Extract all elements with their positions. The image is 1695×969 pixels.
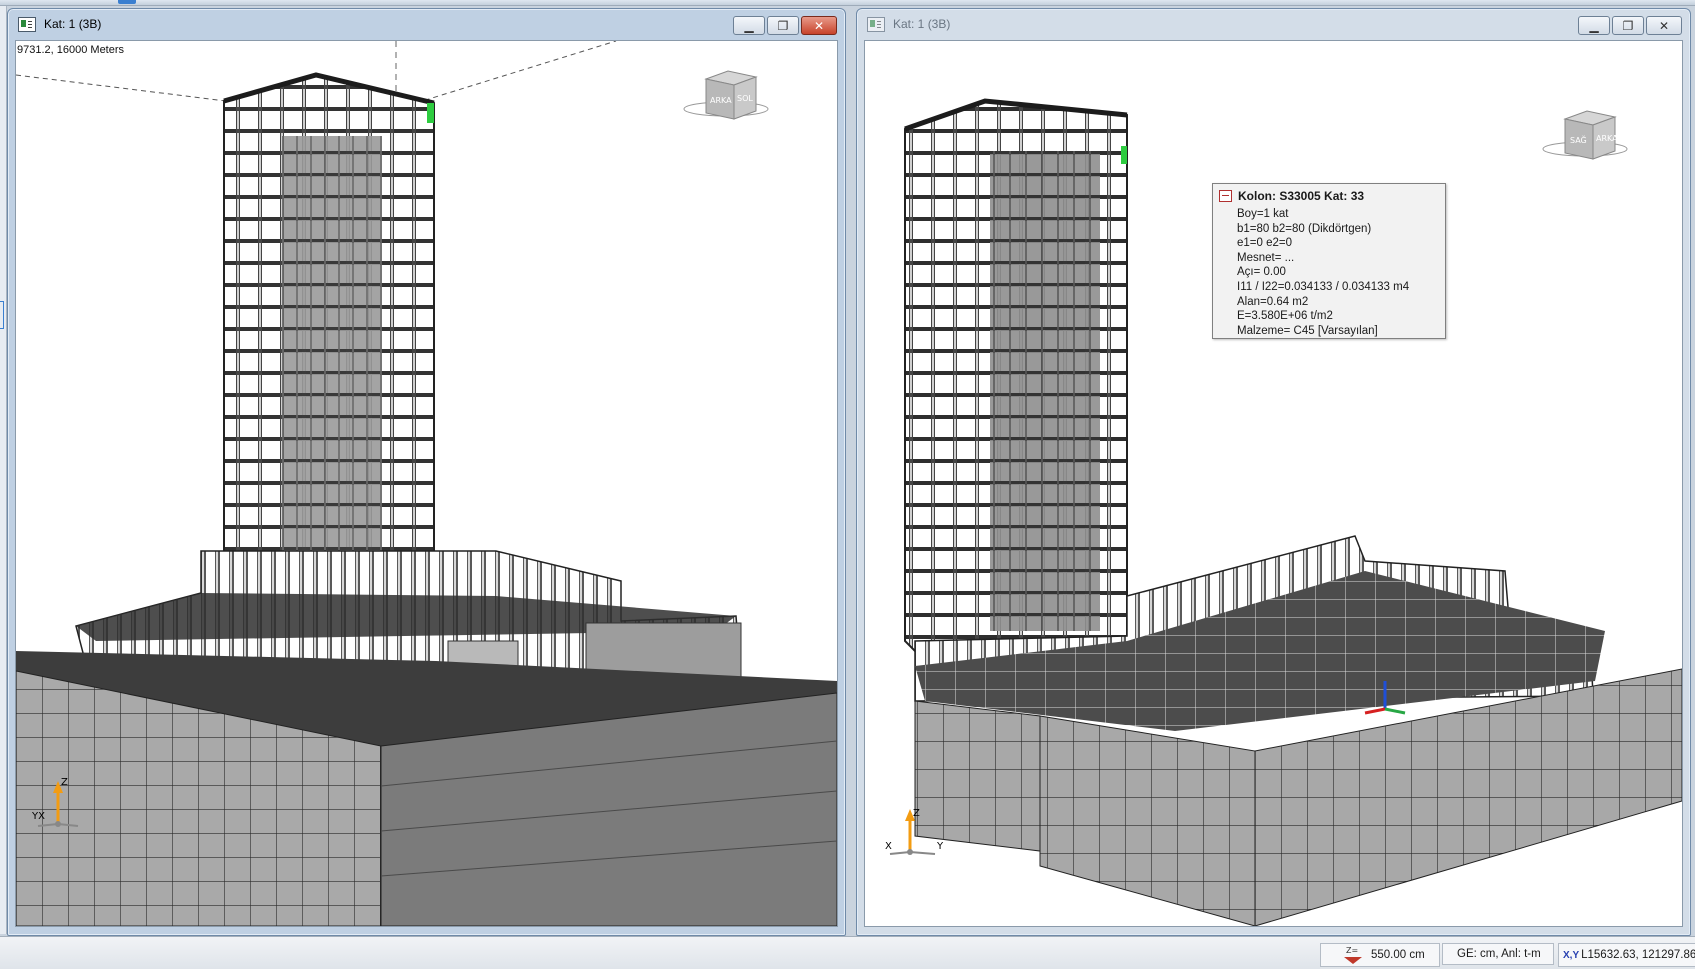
status-units[interactable]: GE: cm, Anl: t-m (1442, 943, 1554, 965)
tooltip-line-area: Alan=0.64 m2 (1237, 295, 1309, 308)
tower-core[interactable] (990, 151, 1100, 631)
view-cube-right-face: ARKA (1596, 134, 1618, 143)
tooltip-line-material: Malzeme= C45 [Varsayılan] (1237, 324, 1378, 337)
tower-core[interactable] (282, 136, 382, 561)
tooltip-line-angle: Açı= 0.00 (1237, 266, 1286, 279)
minimize-button[interactable]: ▁ (733, 16, 765, 35)
tooltip-line-height: Boy=1 kat (1237, 208, 1289, 220)
maximize-button[interactable]: ❐ (767, 16, 799, 35)
coordinate-readout: 9731.2, 16000 Meters (17, 44, 125, 56)
axis-label-yx: YX (31, 811, 45, 822)
close-button[interactable]: ✕ (1646, 16, 1682, 35)
viewport-3d[interactable]: SAĞ ARKA Z X Y (864, 40, 1683, 927)
tooltip-line-inertia: I11 / I22=0.034133 / 0.034133 m4 (1237, 280, 1410, 293)
window-controls: ▁ ❐ ✕ (731, 16, 837, 35)
tooltip-line-dimensions: b1=80 b2=80 (Dikdörtgen) (1237, 222, 1372, 235)
axis-label-y: Y (936, 841, 944, 852)
tooltip-title: Kolon: S33005 Kat: 33 (1238, 189, 1365, 203)
status-bar: Z= 550.00 cm GE: cm, Anl: t-m X,Y L15632… (0, 936, 1695, 969)
tooltip-line-eccentricity: e1=0 e2=0 (1237, 237, 1293, 250)
building-model-3d[interactable]: SAĞ ARKA Z X Y (865, 41, 1682, 926)
xy-value: L15632.63, 121297.86 (1581, 949, 1695, 961)
selected-column[interactable] (427, 103, 434, 123)
base-facade-left[interactable] (1039, 715, 1256, 926)
z-value: 550.00 cm (1371, 949, 1425, 961)
window-app-icon (867, 16, 885, 32)
status-coordinates[interactable]: X,Y L15632.63, 121297.86 (1558, 943, 1695, 967)
xy-icon: X,Y (1563, 949, 1580, 961)
window-app-icon (18, 16, 36, 32)
maximize-button[interactable]: ❐ (1612, 16, 1644, 35)
status-elevation[interactable]: Z= 550.00 cm (1320, 943, 1440, 967)
guide-line (16, 74, 227, 102)
building-model-3d[interactable]: ARKA SOL Z YX (16, 41, 837, 926)
viewport-3d[interactable]: ARKA SOL Z YX 9731.2, 16000 Meters (15, 40, 838, 927)
axis-label-z: Z (913, 808, 920, 819)
view-cube-left-face: SAĞ (1570, 134, 1587, 145)
minimize-button[interactable]: ▁ (1578, 16, 1610, 35)
left-panel-edge (0, 6, 7, 934)
window-title: Kat: 1 (3B) (893, 17, 951, 31)
window-title: Kat: 1 (3B) (44, 17, 102, 31)
tooltip-line-support: Mesnet= ... (1237, 251, 1295, 264)
z-label: Z= (1346, 946, 1358, 955)
close-button[interactable]: ✕ (801, 16, 837, 35)
axis-label-z: Z (61, 777, 68, 788)
column-icon (1219, 190, 1232, 202)
viewport-window-left[interactable]: Kat: 1 (3B) ▁ ❐ ✕ ARKA SOL Z YX 9731.2, … (7, 8, 846, 936)
view-cube-right-face: SOL (737, 94, 753, 103)
elevation-icon: Z= (1341, 945, 1365, 965)
view-cube[interactable]: SAĞ ARKA (1542, 110, 1628, 160)
element-info-tooltip: Kolon: S33005 Kat: 33 Boy=1 kat b1=80 b2… (1212, 183, 1446, 339)
window-titlebar[interactable]: Kat: 1 (3B) ▁ ❐ ✕ (857, 9, 1690, 39)
window-controls: ▁ ❐ ✕ (1576, 16, 1682, 35)
panel-marker[interactable] (0, 301, 4, 329)
view-cube-left-face: ARKA (710, 96, 732, 105)
view-cube[interactable]: ARKA SOL (683, 70, 769, 120)
top-strip (0, 0, 1695, 6)
guide-line (415, 41, 617, 104)
units-text: GE: cm, Anl: t-m (1457, 948, 1541, 960)
tab-indicator[interactable] (118, 0, 136, 4)
axis-label-x: X (885, 841, 892, 852)
selected-column[interactable] (1121, 146, 1127, 164)
tooltip-line-modulus: E=3.580E+06 t/m2 (1237, 310, 1333, 323)
base-facade-front[interactable] (914, 700, 1041, 852)
viewport-window-right[interactable]: Kat: 1 (3B) ▁ ❐ ✕ SAĞ ARKA Z X Y (856, 8, 1691, 936)
window-titlebar[interactable]: Kat: 1 (3B) ▁ ❐ ✕ (8, 9, 845, 39)
